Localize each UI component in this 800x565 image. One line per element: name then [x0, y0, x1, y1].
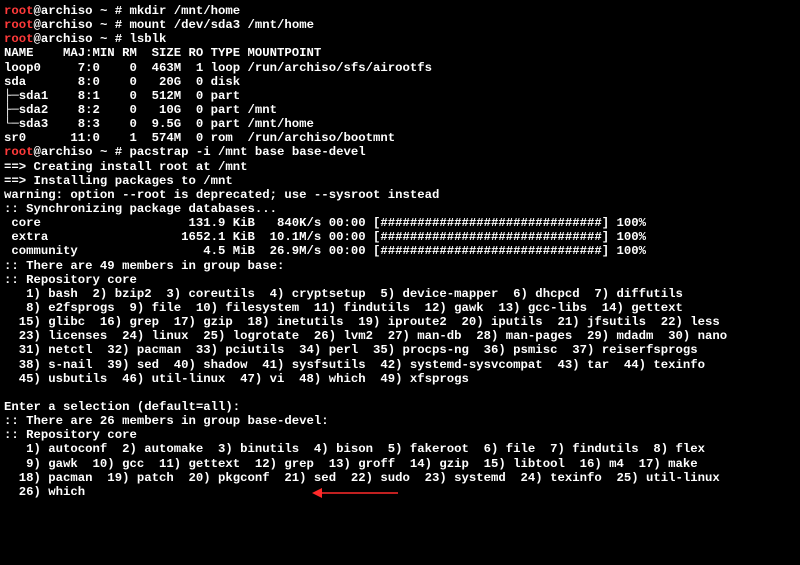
repo-core-label: :: Repository core	[4, 428, 137, 442]
lsblk-row: loop0 7:0 0 463M 1 loop /run/archiso/sfs…	[4, 61, 432, 75]
lsblk-row: ├─sda2 8:2 0 10G 0 part /mnt	[4, 103, 277, 117]
pacstrap-sync: :: Synchronizing package databases...	[4, 202, 277, 216]
terminal[interactable]: root@archiso ~ # mkdir /mnt/home root@ar…	[0, 0, 800, 503]
prompt-host: @archiso ~ #	[34, 145, 130, 159]
pacstrap-creating: ==> Creating install root at /mnt	[4, 160, 248, 174]
devel-package-line: 1) autoconf 2) automake 3) binutils 4) b…	[4, 442, 705, 456]
selection-prompt[interactable]: Enter a selection (default=all):	[4, 400, 248, 414]
base-package-line: 1) bash 2) bzip2 3) coreutils 4) cryptse…	[4, 287, 683, 301]
base-package-line: 31) netctl 32) pacman 33) pciutils 34) p…	[4, 343, 698, 357]
prompt-host: @archiso ~ #	[34, 32, 130, 46]
lsblk-row: sr0 11:0 1 574M 0 rom /run/archiso/bootm…	[4, 131, 395, 145]
download-progress: extra 1652.1 KiB 10.1M/s 00:00 [########…	[4, 230, 646, 244]
base-package-line: 45) usbutils 46) util-linux 47) vi 48) w…	[4, 372, 469, 386]
download-progress: community 4.5 MiB 26.9M/s 00:00 [#######…	[4, 244, 646, 258]
devel-package-line: 26) which	[4, 485, 85, 499]
cmd-lsblk: lsblk	[129, 32, 166, 46]
pacstrap-warning: warning: option --root is deprecated; us…	[4, 188, 439, 202]
lsblk-row: ├─sda1 8:1 0 512M 0 part	[4, 89, 240, 103]
download-progress: core 131.9 KiB 840K/s 00:00 [###########…	[4, 216, 646, 230]
devel-package-line: 9) gawk 10) gcc 11) gettext 12) grep 13)…	[4, 457, 698, 471]
prompt-user: root	[4, 4, 34, 18]
prompt-host: @archiso ~ #	[34, 4, 130, 18]
repo-core-label: :: Repository core	[4, 273, 137, 287]
lsblk-row: └─sda3 8:3 0 9.5G 0 part /mnt/home	[4, 117, 314, 131]
lsblk-header: NAME MAJ:MIN RM SIZE RO TYPE MOUNTPOINT	[4, 46, 321, 60]
cmd-pacstrap: pacstrap -i /mnt base base-devel	[129, 145, 365, 159]
prompt-user: root	[4, 32, 34, 46]
base-package-line: 15) glibc 16) grep 17) gzip 18) inetutil…	[4, 315, 720, 329]
prompt-host: @archiso ~ #	[34, 18, 130, 32]
lsblk-row: sda 8:0 0 20G 0 disk	[4, 75, 240, 89]
base-group-header: :: There are 49 members in group base:	[4, 259, 284, 273]
base-package-line: 8) e2fsprogs 9) file 10) filesystem 11) …	[4, 301, 683, 315]
prompt-user: root	[4, 18, 34, 32]
cmd-mount: mount /dev/sda3 /mnt/home	[129, 18, 313, 32]
devel-group-header: :: There are 26 members in group base-de…	[4, 414, 329, 428]
devel-package-line: 18) pacman 19) patch 20) pkgconf 21) sed…	[4, 471, 720, 485]
base-package-line: 38) s-nail 39) sed 40) shadow 41) sysfsu…	[4, 358, 705, 372]
pacstrap-installing: ==> Installing packages to /mnt	[4, 174, 233, 188]
prompt-user: root	[4, 145, 34, 159]
base-package-line: 23) licenses 24) linux 25) logrotate 26)…	[4, 329, 727, 343]
cmd-mkdir: mkdir /mnt/home	[129, 4, 240, 18]
